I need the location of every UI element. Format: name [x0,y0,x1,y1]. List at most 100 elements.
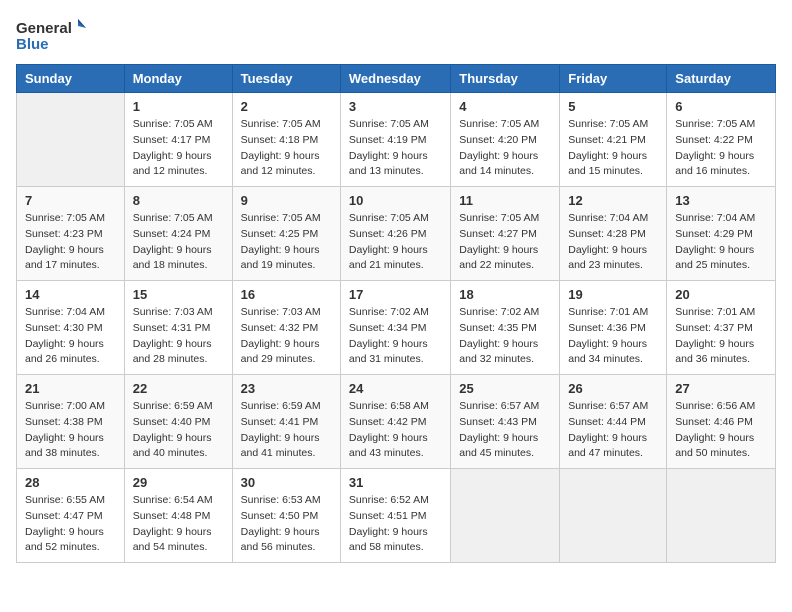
day-info: Sunrise: 7:04 AMSunset: 4:30 PMDaylight:… [25,305,116,368]
day-cell: 4Sunrise: 7:05 AMSunset: 4:20 PMDaylight… [451,93,560,187]
day-cell: 6Sunrise: 7:05 AMSunset: 4:22 PMDaylight… [667,93,776,187]
header-cell-saturday: Saturday [667,65,776,93]
week-row-2: 14 Sunrise: 7:04 AMSunset: 4:30 PMDayligh… [17,281,776,375]
day-info: Sunrise: 7:05 AMSunset: 4:27 PMDaylight:… [459,211,551,274]
day-number: 28 [25,475,116,490]
day-number: 9 [241,193,332,208]
day-number: 29 [133,475,224,490]
day-info: Sunrise: 6:53 AMSunset: 4:50 PMDaylight:… [241,493,332,556]
day-number: 3 [349,99,442,114]
day-cell: 10 Sunrise: 7:05 AMSunset: 4:26 PMDayligh… [340,187,450,281]
day-number: 10 [349,193,442,208]
header-cell-friday: Friday [560,65,667,93]
day-info: Sunrise: 7:05 AMSunset: 4:18 PMDaylight:… [241,117,332,180]
day-cell: 27 Sunrise: 6:56 AMSunset: 4:46 PMDayligh… [667,375,776,469]
day-info: Sunrise: 6:58 AMSunset: 4:42 PMDaylight:… [349,399,442,462]
day-info: Sunrise: 7:05 AMSunset: 4:19 PMDaylight:… [349,117,442,180]
day-number: 14 [25,287,116,302]
day-number: 25 [459,381,551,396]
day-cell: 15 Sunrise: 7:03 AMSunset: 4:31 PMDayligh… [124,281,232,375]
day-number: 8 [133,193,224,208]
day-info: Sunrise: 7:03 AMSunset: 4:31 PMDaylight:… [133,305,224,368]
day-cell: 18 Sunrise: 7:02 AMSunset: 4:35 PMDayligh… [451,281,560,375]
day-info: Sunrise: 6:59 AMSunset: 4:41 PMDaylight:… [241,399,332,462]
day-number: 31 [349,475,442,490]
day-number: 19 [568,287,658,302]
header-cell-sunday: Sunday [17,65,125,93]
day-info: Sunrise: 7:05 AMSunset: 4:21 PMDaylight:… [568,117,658,180]
day-number: 2 [241,99,332,114]
day-number: 18 [459,287,551,302]
header-cell-wednesday: Wednesday [340,65,450,93]
day-cell: 16 Sunrise: 7:03 AMSunset: 4:32 PMDayligh… [232,281,340,375]
day-info: Sunrise: 6:52 AMSunset: 4:51 PMDaylight:… [349,493,442,556]
day-info: Sunrise: 7:03 AMSunset: 4:32 PMDaylight:… [241,305,332,368]
day-cell: 28 Sunrise: 6:55 AMSunset: 4:47 PMDayligh… [17,469,125,563]
day-info: Sunrise: 7:00 AMSunset: 4:38 PMDaylight:… [25,399,116,462]
day-cell [451,469,560,563]
day-info: Sunrise: 7:05 AMSunset: 4:26 PMDaylight:… [349,211,442,274]
header-cell-monday: Monday [124,65,232,93]
day-cell: 9 Sunrise: 7:05 AMSunset: 4:25 PMDaylight… [232,187,340,281]
week-row-1: 7 Sunrise: 7:05 AMSunset: 4:23 PMDaylight… [17,187,776,281]
day-number: 26 [568,381,658,396]
day-number: 27 [675,381,767,396]
day-info: Sunrise: 6:56 AMSunset: 4:46 PMDaylight:… [675,399,767,462]
day-number: 1 [133,99,224,114]
calendar-table: SundayMondayTuesdayWednesdayThursdayFrid… [16,64,776,563]
day-number: 15 [133,287,224,302]
day-info: Sunrise: 6:55 AMSunset: 4:47 PMDaylight:… [25,493,116,556]
day-cell: 5 Sunrise: 7:05 AMSunset: 4:21 PMDaylight… [560,93,667,187]
header: General Blue [16,16,776,56]
day-cell: 25 Sunrise: 6:57 AMSunset: 4:43 PMDayligh… [451,375,560,469]
day-cell: 14 Sunrise: 7:04 AMSunset: 4:30 PMDayligh… [17,281,125,375]
day-info: Sunrise: 7:05 AMSunset: 4:23 PMDaylight:… [25,211,116,274]
day-cell: 24 Sunrise: 6:58 AMSunset: 4:42 PMDayligh… [340,375,450,469]
day-info: Sunrise: 7:04 AMSunset: 4:28 PMDaylight:… [568,211,658,274]
day-info: Sunrise: 6:57 AMSunset: 4:44 PMDaylight:… [568,399,658,462]
day-cell: 19 Sunrise: 7:01 AMSunset: 4:36 PMDayligh… [560,281,667,375]
day-number: 13 [675,193,767,208]
week-row-4: 28 Sunrise: 6:55 AMSunset: 4:47 PMDayligh… [17,469,776,563]
day-info: Sunrise: 7:01 AMSunset: 4:37 PMDaylight:… [675,305,767,368]
logo-svg: General Blue [16,16,86,56]
week-row-3: 21 Sunrise: 7:00 AMSunset: 4:38 PMDayligh… [17,375,776,469]
day-cell: 8Sunrise: 7:05 AMSunset: 4:24 PMDaylight… [124,187,232,281]
day-number: 16 [241,287,332,302]
day-number: 12 [568,193,658,208]
day-cell: 3 Sunrise: 7:05 AMSunset: 4:19 PMDaylight… [340,93,450,187]
day-number: 30 [241,475,332,490]
day-info: Sunrise: 7:04 AMSunset: 4:29 PMDaylight:… [675,211,767,274]
calendar-header-row: SundayMondayTuesdayWednesdayThursdayFrid… [17,65,776,93]
day-info: Sunrise: 7:02 AMSunset: 4:34 PMDaylight:… [349,305,442,368]
day-info: Sunrise: 6:57 AMSunset: 4:43 PMDaylight:… [459,399,551,462]
header-cell-thursday: Thursday [451,65,560,93]
day-number: 22 [133,381,224,396]
day-cell: 11Sunrise: 7:05 AMSunset: 4:27 PMDayligh… [451,187,560,281]
day-number: 24 [349,381,442,396]
day-cell: 17Sunrise: 7:02 AMSunset: 4:34 PMDayligh… [340,281,450,375]
day-number: 5 [568,99,658,114]
day-info: Sunrise: 7:02 AMSunset: 4:35 PMDaylight:… [459,305,551,368]
header-cell-tuesday: Tuesday [232,65,340,93]
day-cell: 1Sunrise: 7:05 AMSunset: 4:17 PMDaylight… [124,93,232,187]
day-cell: 23Sunrise: 6:59 AMSunset: 4:41 PMDayligh… [232,375,340,469]
day-info: Sunrise: 7:05 AMSunset: 4:25 PMDaylight:… [241,211,332,274]
week-row-0: 1Sunrise: 7:05 AMSunset: 4:17 PMDaylight… [17,93,776,187]
day-cell: 2 Sunrise: 7:05 AMSunset: 4:18 PMDaylight… [232,93,340,187]
day-info: Sunrise: 7:01 AMSunset: 4:36 PMDaylight:… [568,305,658,368]
day-number: 7 [25,193,116,208]
day-cell: 12 Sunrise: 7:04 AMSunset: 4:28 PMDayligh… [560,187,667,281]
calendar-body: 1Sunrise: 7:05 AMSunset: 4:17 PMDaylight… [17,93,776,563]
day-cell [667,469,776,563]
day-number: 6 [675,99,767,114]
day-cell: 7 Sunrise: 7:05 AMSunset: 4:23 PMDaylight… [17,187,125,281]
day-cell [17,93,125,187]
day-cell: 26 Sunrise: 6:57 AMSunset: 4:44 PMDayligh… [560,375,667,469]
day-cell: 20Sunrise: 7:01 AMSunset: 4:37 PMDayligh… [667,281,776,375]
svg-text:General: General [16,20,72,37]
day-cell: 30 Sunrise: 6:53 AMSunset: 4:50 PMDayligh… [232,469,340,563]
day-number: 21 [25,381,116,396]
day-cell: 21 Sunrise: 7:00 AMSunset: 4:38 PMDayligh… [17,375,125,469]
logo: General Blue [16,16,86,56]
